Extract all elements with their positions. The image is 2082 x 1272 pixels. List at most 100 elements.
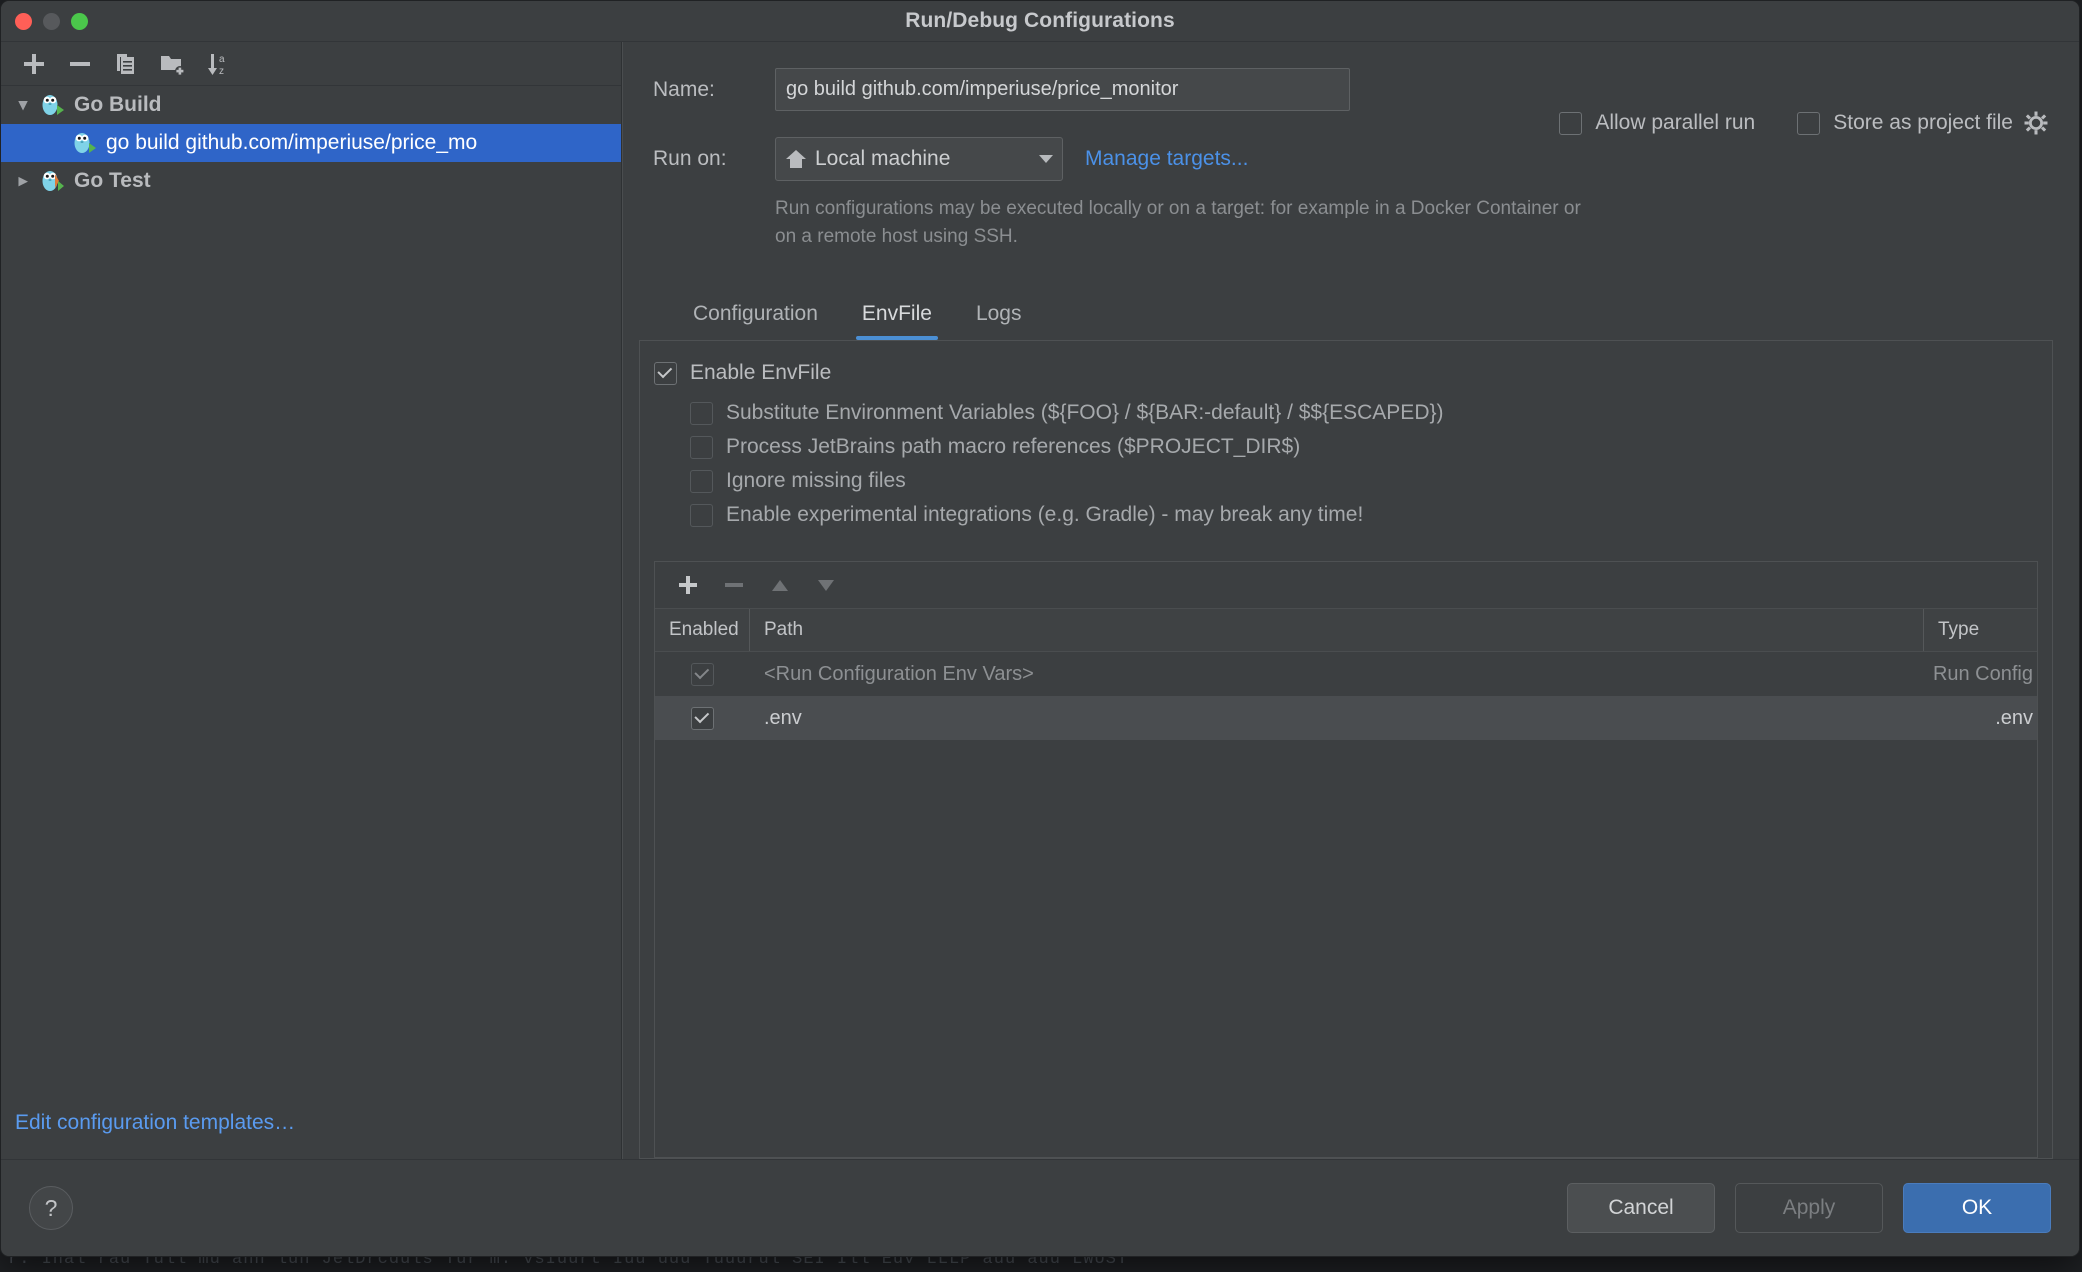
run-on-value: Local machine: [815, 147, 1039, 171]
remove-configuration-button[interactable]: [57, 44, 103, 84]
row-path-cell[interactable]: .env: [750, 696, 1924, 740]
enable-envfile-label: Enable EnvFile: [690, 361, 831, 385]
substitute-env-vars-label: Substitute Environment Variables (${FOO}…: [726, 401, 1444, 425]
column-header-enabled[interactable]: Enabled: [655, 609, 750, 651]
sort-alphabetically-button[interactable]: a z: [195, 44, 241, 84]
column-header-type[interactable]: Type: [1924, 609, 2037, 651]
row-enabled-checkbox[interactable]: [691, 707, 714, 730]
tree-group-go-test[interactable]: ▸ Go Test: [1, 162, 621, 200]
tab-logs[interactable]: Logs: [954, 296, 1044, 340]
minimize-window-button[interactable]: [43, 13, 60, 30]
svg-text:a: a: [219, 54, 225, 65]
name-input[interactable]: go build github.com/imperiuse/price_moni…: [775, 68, 1350, 111]
cancel-button[interactable]: Cancel: [1567, 1183, 1715, 1233]
row-enabled-cell[interactable]: [655, 652, 750, 696]
substitute-env-vars-option[interactable]: Substitute Environment Variables (${FOO}…: [690, 401, 2052, 425]
tree-item-go-build-price-monitor[interactable]: go build github.com/imperiuse/price_mo: [1, 124, 621, 162]
row-enabled-checkbox[interactable]: [691, 663, 714, 686]
configurations-tree: ▾ Go Build: [1, 86, 621, 1111]
table-body: <Run Configuration Env Vars> Run Config …: [655, 652, 2037, 1157]
zoom-window-button[interactable]: [71, 13, 88, 30]
process-path-macros-label: Process JetBrains path macro references …: [726, 435, 1300, 459]
row-path-cell[interactable]: <Run Configuration Env Vars>: [750, 652, 1924, 696]
dialog-title: Run/Debug Configurations: [1, 9, 2079, 33]
store-as-project-file-option[interactable]: Store as project file: [1797, 110, 2049, 136]
store-as-project-file-label: Store as project file: [1833, 111, 2013, 135]
tree-group-label: Go Test: [74, 169, 151, 193]
store-as-project-file-checkbox[interactable]: [1797, 112, 1820, 135]
enable-envfile-option[interactable]: Enable EnvFile: [654, 361, 2052, 385]
sort-az-icon: a z: [205, 51, 231, 77]
remove-env-file-button[interactable]: [713, 564, 755, 606]
table-row[interactable]: <Run Configuration Env Vars> Run Config: [655, 652, 2037, 696]
minus-icon: [722, 573, 746, 597]
row-enabled-cell[interactable]: [655, 696, 750, 740]
plus-icon: [676, 573, 700, 597]
experimental-integrations-option[interactable]: Enable experimental integrations (e.g. G…: [690, 503, 2052, 527]
arrow-down-icon: [814, 573, 838, 597]
enable-envfile-checkbox[interactable]: [654, 362, 677, 385]
help-button[interactable]: ?: [29, 1186, 73, 1230]
name-row: Name: go build github.com/imperiuse/pric…: [653, 68, 2049, 111]
move-down-button[interactable]: [805, 564, 847, 606]
tree-item-label: go build github.com/imperiuse/price_mo: [106, 131, 477, 155]
process-path-macros-checkbox[interactable]: [690, 436, 713, 459]
dialog-body: a z ▾: [1, 42, 2079, 1159]
run-on-hint: Run configurations may be executed local…: [775, 195, 1605, 250]
tree-group-label: Go Build: [74, 93, 162, 117]
edit-configuration-templates-link[interactable]: Edit configuration templates…: [1, 1111, 621, 1159]
column-header-path[interactable]: Path: [750, 609, 1924, 651]
allow-parallel-run-option[interactable]: Allow parallel run: [1559, 111, 1755, 135]
configurations-sidebar: a z ▾: [1, 42, 622, 1159]
ignore-missing-files-checkbox[interactable]: [690, 470, 713, 493]
run-debug-configurations-dialog: Run/Debug Configurations: [0, 0, 2080, 1257]
chevron-right-icon[interactable]: ▸: [9, 171, 37, 191]
chevron-down-icon[interactable]: [1039, 155, 1053, 163]
ignore-missing-files-option[interactable]: Ignore missing files: [690, 469, 2052, 493]
screen: r: Inal rau Tull mu ann lun JelDrcduls T…: [0, 0, 2082, 1272]
plus-icon: [21, 51, 47, 77]
env-files-toolbar: [655, 562, 2037, 609]
gear-icon[interactable]: [2023, 110, 2049, 136]
table-row[interactable]: .env .env: [655, 696, 2037, 740]
process-path-macros-option[interactable]: Process JetBrains path macro references …: [690, 435, 2052, 459]
close-window-button[interactable]: [15, 13, 32, 30]
copy-configuration-button[interactable]: [103, 44, 149, 84]
allow-parallel-run-checkbox[interactable]: [1559, 112, 1582, 135]
chevron-down-icon[interactable]: ▾: [9, 95, 37, 115]
add-env-file-button[interactable]: [667, 564, 709, 606]
go-test-icon: [37, 168, 67, 194]
substitute-env-vars-checkbox[interactable]: [690, 402, 713, 425]
row-type-cell: .env: [1924, 696, 2037, 740]
envfile-options: Enable EnvFile Substitute Environment Va…: [640, 341, 2052, 537]
run-on-combobox[interactable]: Local machine: [775, 137, 1063, 181]
envfile-suboptions: Substitute Environment Variables (${FOO}…: [690, 401, 2052, 527]
new-folder-button[interactable]: [149, 44, 195, 84]
tab-configuration[interactable]: Configuration: [671, 296, 840, 340]
configuration-form: Allow parallel run Store as project file: [623, 42, 2079, 340]
new-folder-icon: [159, 51, 185, 77]
row-type-cell: Run Config: [1924, 652, 2037, 696]
experimental-integrations-checkbox[interactable]: [690, 504, 713, 527]
ok-button[interactable]: OK: [1903, 1183, 2051, 1233]
arrow-up-icon: [768, 573, 792, 597]
top-right-options: Allow parallel run Store as project file: [1559, 110, 2049, 136]
apply-button: Apply: [1735, 1183, 1883, 1233]
tab-envfile[interactable]: EnvFile: [840, 296, 954, 340]
dialog-footer: ? Cancel Apply OK: [1, 1159, 2079, 1256]
svg-text:z: z: [219, 66, 224, 77]
configuration-editor-pane: Allow parallel run Store as project file: [622, 42, 2079, 1159]
move-up-button[interactable]: [759, 564, 801, 606]
ignore-missing-files-label: Ignore missing files: [726, 469, 906, 493]
window-controls: [15, 13, 88, 30]
minus-icon: [67, 51, 93, 77]
add-configuration-button[interactable]: [11, 44, 57, 84]
run-on-row: Run on: Local machine Manage targets...: [653, 137, 2049, 181]
tree-group-go-build[interactable]: ▾ Go Build: [1, 86, 621, 124]
go-build-icon: [69, 130, 99, 156]
run-on-label: Run on:: [653, 147, 775, 171]
manage-targets-link[interactable]: Manage targets...: [1085, 147, 1248, 171]
name-label: Name:: [653, 78, 775, 102]
copy-icon: [113, 51, 139, 77]
go-build-icon: [37, 92, 67, 118]
